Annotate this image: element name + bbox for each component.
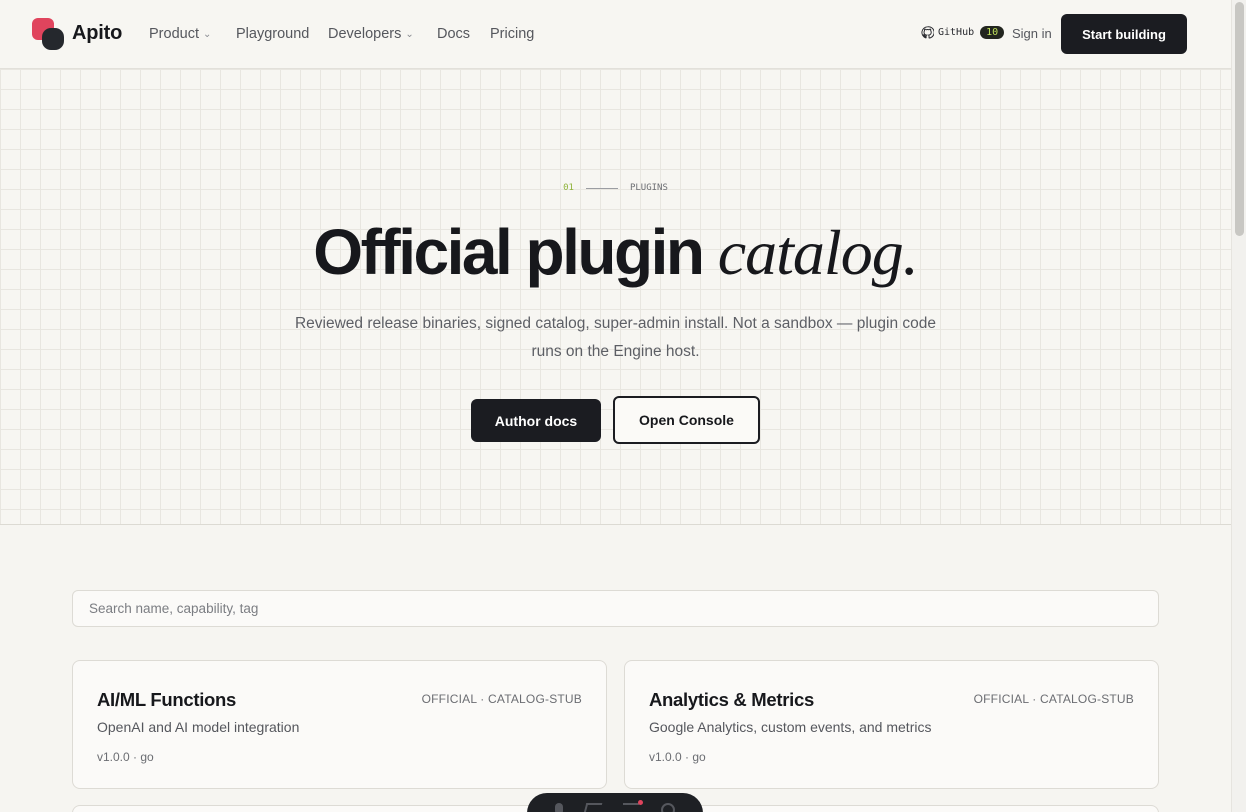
plugin-meta: v1.0.0 · go — [649, 750, 706, 764]
section-eyebrow: 01 PLUGINS — [0, 183, 1231, 193]
gear-icon[interactable] — [661, 803, 675, 812]
sign-in-link[interactable]: Sign in — [1012, 26, 1052, 41]
plugin-card-ai-ml[interactable]: AI/ML Functions OFFICIAL · CATALOG-STUB … — [72, 660, 607, 789]
plugin-description: OpenAI and AI model integration — [97, 719, 300, 735]
chevron-down-icon: ⌄ — [202, 28, 212, 40]
nav-pricing[interactable]: Pricing — [490, 26, 534, 42]
plugin-card-partial[interactable] — [624, 805, 1159, 812]
plugin-card-analytics[interactable]: Analytics & Metrics OFFICIAL · CATALOG-S… — [624, 660, 1159, 789]
nav-pricing-label: Pricing — [490, 26, 535, 42]
plugin-badge: OFFICIAL · CATALOG-STUB — [973, 692, 1134, 706]
brand-name[interactable]: Apito — [72, 22, 122, 45]
plugin-name: AI/ML Functions — [97, 689, 237, 710]
nav-playground[interactable]: Playground — [236, 26, 309, 42]
github-star-count: 10 — [980, 26, 1005, 39]
page-title: Official plugin catalog. — [0, 217, 1231, 288]
page-title-italic: catalog. — [717, 217, 919, 288]
nav-product[interactable]: Product ⌄ — [149, 26, 211, 42]
page-scrollbar[interactable] — [1231, 0, 1246, 812]
apito-logo-icon[interactable] — [32, 18, 64, 50]
eyebrow-number: 01 — [563, 183, 574, 193]
start-building-button[interactable]: Start building — [1061, 14, 1187, 54]
github-label: GitHub — [938, 27, 975, 38]
nav-developers-label: Developers — [328, 26, 402, 42]
menu-icon[interactable] — [623, 800, 643, 812]
nav-docs[interactable]: Docs — [437, 26, 470, 42]
hero-subtitle: Reviewed release binaries, signed catalo… — [294, 315, 937, 360]
site-header: Apito Product ⌄ Playground Developers ⌄ … — [0, 0, 1231, 69]
plugin-search-input[interactable] — [72, 590, 1159, 627]
open-console-button[interactable]: Open Console — [613, 396, 760, 444]
eyebrow-divider — [585, 187, 618, 189]
github-icon — [921, 26, 934, 39]
plugin-name: Analytics & Metrics — [649, 689, 814, 710]
author-docs-button[interactable]: Author docs — [471, 399, 601, 442]
pen-icon[interactable] — [583, 803, 603, 812]
nav-product-label: Product — [149, 26, 199, 42]
github-link[interactable]: GitHub 10 — [921, 26, 1005, 39]
scrollbar-thumb[interactable] — [1235, 2, 1244, 236]
plugin-badge: OFFICIAL · CATALOG-STUB — [421, 692, 582, 706]
floating-toolbar — [527, 793, 703, 812]
nav-docs-label: Docs — [437, 26, 471, 42]
plugin-meta: v1.0.0 · go — [97, 750, 154, 764]
chevron-down-icon: ⌄ — [405, 28, 414, 40]
plugin-description: Google Analytics, custom events, and met… — [649, 719, 932, 735]
hero-section: 01 PLUGINS Official plugin catalog. Revi… — [0, 69, 1231, 525]
eyebrow-label: PLUGINS — [629, 183, 668, 193]
nav-developers[interactable]: Developers ⌄ — [328, 26, 414, 42]
microphone-icon[interactable] — [555, 803, 563, 812]
page-title-main: Official plugin — [313, 216, 705, 288]
nav-playground-label: Playground — [236, 26, 310, 42]
